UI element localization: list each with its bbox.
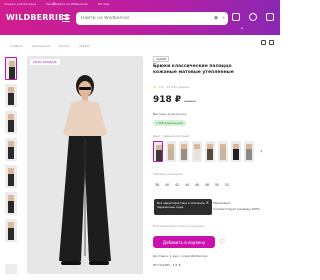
search-bar[interactable]: ◉ ⌕	[76, 12, 228, 25]
color-swatch[interactable]	[166, 141, 176, 162]
camera-icon[interactable]: ◉	[214, 15, 218, 21]
thumbnail[interactable]	[5, 138, 17, 161]
color-swatch[interactable]	[192, 141, 202, 162]
share-icon[interactable]	[269, 40, 274, 45]
thumbnail[interactable]	[5, 57, 17, 80]
seller-info[interactable]: ИП НАСИМ · 4.8 ★	[153, 263, 181, 267]
thumbnail[interactable]	[5, 192, 17, 215]
reviews-count[interactable]: 32 235 оценок	[166, 85, 189, 89]
profile-icon[interactable]	[249, 13, 257, 21]
wallet-badge: с WB Кошельком	[153, 120, 186, 126]
breadcrumb-item[interactable]: Женщинам	[32, 44, 50, 48]
header-actions	[232, 13, 274, 21]
color-swatch[interactable]	[179, 141, 189, 162]
color-swatch[interactable]	[218, 141, 228, 162]
thumbnail[interactable]	[5, 84, 17, 107]
size-option[interactable]: 46	[193, 180, 201, 189]
strip-location[interactable]: Москва	[98, 2, 110, 6]
delivery-info: Доставка: 1 дек, склад Wildberries	[153, 254, 208, 258]
model-illustration	[59, 75, 111, 265]
menu-icon[interactable]	[62, 15, 70, 22]
size-list: 38 40 42 44 46 48 50 52	[153, 180, 231, 189]
thumbnail[interactable]	[5, 219, 17, 242]
rating[interactable]: ★ 4.6 32 235 оценок	[153, 85, 189, 89]
thumbnail-list	[5, 57, 18, 246]
installment-text[interactable]: Выгодно в рассрочку	[153, 112, 187, 116]
size-table-link[interactable]: Таблица размеров	[153, 172, 182, 176]
all-specs-link[interactable]: Все характеристики и описание	[153, 224, 204, 228]
size-option[interactable]: 38	[153, 180, 161, 189]
location-icon[interactable]	[232, 13, 240, 21]
product-actions	[261, 40, 274, 45]
color-swatches	[153, 141, 254, 162]
color-label: Цвет: черный матовый	[153, 134, 190, 138]
tooltip-text: Все характеристики и описание перенесены…	[157, 201, 205, 209]
fit-info: Маломерит Соответствует размеру 100%	[213, 200, 260, 212]
close-icon[interactable]: ×	[206, 201, 209, 205]
product-title: Брюки классические палаццо кожаные матов…	[153, 64, 234, 75]
top-header: Скидки для бизнеса Продавайте на Wildber…	[0, 0, 280, 35]
breadcrumb-item[interactable]: Брюки	[59, 44, 69, 48]
cart-icon[interactable]	[266, 13, 274, 21]
rating-value: 4.6	[158, 85, 164, 89]
color-swatch[interactable]	[205, 141, 215, 162]
search-icon[interactable]: ⌕	[222, 15, 225, 21]
price-block: 918 ₽ 3 450 ₽	[153, 95, 196, 105]
search-input[interactable]	[81, 16, 211, 21]
size-option[interactable]: 42	[173, 180, 181, 189]
video-thumbnail[interactable]	[5, 264, 17, 274]
breadcrumb: Главная › Женщинам › Брюки › ЧАЕКИ	[10, 44, 90, 48]
size-option[interactable]: 48	[203, 180, 211, 189]
tooltip: Все характеристики и описание перенесены…	[154, 199, 212, 215]
product-photo[interactable]: ХИТЫ ПРОДАЖ	[27, 56, 143, 274]
color-swatch[interactable]	[153, 141, 163, 162]
star-icon: ★	[153, 85, 156, 89]
compare-icon[interactable]	[261, 40, 266, 45]
size-option[interactable]: 50	[213, 180, 221, 189]
old-price: 3 450 ₽	[184, 99, 196, 103]
color-swatch[interactable]	[244, 141, 254, 162]
heart-icon[interactable]: ♡	[219, 238, 225, 246]
site-logo[interactable]: WILDBERRIES	[6, 13, 70, 22]
strip-link-business[interactable]: Скидки для бизнеса	[4, 2, 36, 6]
fit-line: Соответствует размеру 100%	[213, 207, 261, 211]
thumbnail[interactable]	[5, 165, 17, 188]
breadcrumb-item[interactable]: ЧАЕКИ	[79, 44, 89, 48]
chevron-right-icon[interactable]: ›	[260, 148, 262, 155]
breadcrumb-item[interactable]: Главная	[10, 44, 23, 48]
brand-badge[interactable]: ЧАЕКИ	[153, 56, 170, 62]
size-option[interactable]: 44	[183, 180, 191, 189]
add-to-cart-button[interactable]: Добавить в корзину	[153, 236, 215, 248]
color-swatch[interactable]	[231, 141, 241, 162]
size-option[interactable]: 52	[223, 180, 231, 189]
top-strip: Скидки для бизнеса Продавайте на Wildber…	[0, 0, 280, 8]
price: 918 ₽	[153, 95, 182, 105]
size-option[interactable]: 40	[163, 180, 171, 189]
snowflake-icon: ✦	[240, 26, 245, 32]
thumbnail[interactable]	[5, 111, 17, 134]
snowflake-icon: ✦	[52, 1, 57, 7]
